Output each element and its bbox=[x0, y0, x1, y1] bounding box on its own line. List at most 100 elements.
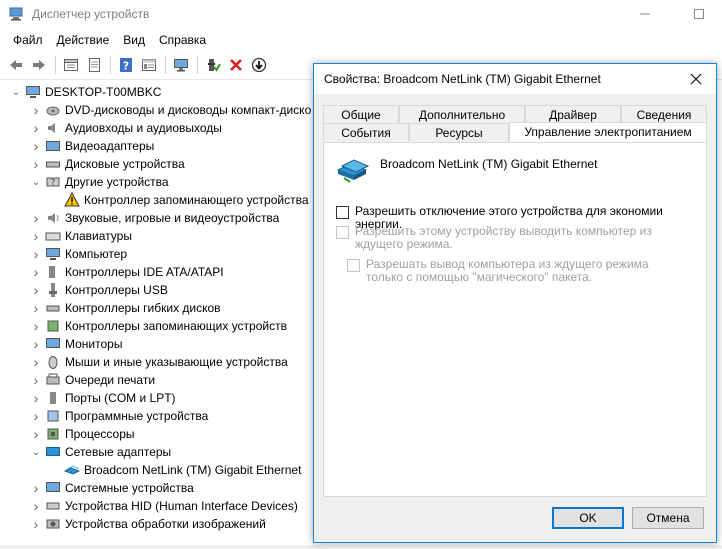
svg-text:?: ? bbox=[123, 59, 129, 72]
chevron-down-icon[interactable]: ⌄ bbox=[30, 173, 42, 191]
tree-category-item[interactable]: › Контроллеры USB bbox=[30, 281, 168, 299]
device-category-icon bbox=[45, 408, 61, 424]
tree-item-label: Видеоадаптеры bbox=[65, 139, 155, 153]
chevron-right-icon[interactable]: › bbox=[30, 209, 42, 227]
chevron-right-icon[interactable]: › bbox=[30, 227, 42, 245]
forward-button[interactable] bbox=[28, 54, 50, 76]
chevron-down-icon[interactable]: ⌄ bbox=[10, 83, 22, 101]
tab-driver[interactable]: Драйвер bbox=[525, 105, 621, 123]
minimize-button[interactable] bbox=[622, 0, 668, 28]
toolbar-separator bbox=[165, 55, 166, 74]
chevron-right-icon[interactable]: › bbox=[30, 335, 42, 353]
chevron-right-icon[interactable]: › bbox=[30, 281, 42, 299]
tree-category-item[interactable]: › Порты (COM и LPT) bbox=[30, 389, 176, 407]
option-magic-packet[interactable]: Разрешать вывод компьютера из ждущего ре… bbox=[347, 258, 677, 284]
chevron-right-icon[interactable]: › bbox=[30, 479, 42, 497]
title-bar[interactable]: Диспетчер устройств bbox=[0, 0, 722, 28]
tree-category-item[interactable]: › Контроллеры запоминающих устройств bbox=[30, 317, 287, 335]
chevron-right-icon[interactable]: › bbox=[30, 299, 42, 317]
tab-power-management[interactable]: Управление электропитанием bbox=[509, 122, 707, 142]
toolbar-separator bbox=[197, 55, 198, 74]
tree-category-item[interactable]: › Очереди печати bbox=[30, 371, 155, 389]
properties-button[interactable] bbox=[60, 54, 82, 76]
menu-action[interactable]: Действие bbox=[50, 30, 117, 50]
tree-category-item[interactable]: › Контроллеры IDE ATA/ATAPI bbox=[30, 263, 224, 281]
chevron-right-icon[interactable]: › bbox=[30, 137, 42, 155]
tab-details[interactable]: Сведения bbox=[621, 105, 707, 123]
tree-item-label: Клавиатуры bbox=[65, 229, 132, 243]
magic-packet-checkbox[interactable] bbox=[347, 259, 360, 272]
chevron-right-icon[interactable]: › bbox=[30, 119, 42, 137]
maximize-icon bbox=[694, 9, 704, 19]
chevron-right-icon[interactable]: › bbox=[30, 101, 42, 119]
scan-hardware-button[interactable] bbox=[170, 54, 192, 76]
dialog-close-button[interactable] bbox=[676, 64, 716, 94]
details-view-button[interactable] bbox=[138, 54, 160, 76]
tree-category-item[interactable]: ⌄? Другие устройства bbox=[30, 173, 169, 191]
device-category-icon bbox=[45, 480, 61, 496]
chevron-down-icon[interactable]: ⌄ bbox=[30, 443, 42, 461]
back-button[interactable] bbox=[5, 54, 27, 76]
device-category-icon bbox=[45, 102, 61, 118]
chevron-right-icon[interactable]: › bbox=[30, 263, 42, 281]
tree-item-label: Сетевые адаптеры bbox=[65, 445, 172, 459]
tab-resources[interactable]: Ресурсы bbox=[409, 123, 509, 141]
tree-category-item[interactable]: › DVD-дисководы и дисководы компакт-диско bbox=[30, 101, 312, 119]
tree-category-item[interactable]: › Дисковые устройства bbox=[30, 155, 185, 173]
chevron-right-icon[interactable]: › bbox=[30, 515, 42, 533]
chevron-right-icon[interactable]: › bbox=[30, 155, 42, 173]
option-allow-wake[interactable]: Разрешить этому устройству выводить комп… bbox=[336, 225, 681, 251]
chevron-right-icon[interactable]: › bbox=[30, 497, 42, 515]
tree-category-item[interactable]: › Процессоры bbox=[30, 425, 135, 443]
tab-general[interactable]: Общие bbox=[323, 105, 399, 123]
close-icon bbox=[690, 73, 702, 85]
device-category-icon bbox=[45, 210, 61, 226]
tree-category-item[interactable]: › Аудиовходы и аудиовыходы bbox=[30, 119, 222, 137]
tree-category-item[interactable]: › Устройства обработки изображений bbox=[30, 515, 266, 533]
menu-file[interactable]: Файл bbox=[0, 30, 50, 50]
ok-button[interactable]: OK bbox=[552, 507, 624, 529]
tree-category-item[interactable]: › Контроллеры гибких дисков bbox=[30, 299, 221, 317]
tree-category-item[interactable]: › Мыши и иные указывающие устройства bbox=[30, 353, 288, 371]
chevron-right-icon[interactable]: › bbox=[30, 353, 42, 371]
menu-help[interactable]: Справка bbox=[152, 30, 213, 50]
tree-item-label: Мониторы bbox=[65, 337, 123, 351]
allow-wake-checkbox[interactable] bbox=[336, 226, 349, 239]
tree-category-item[interactable]: › Компьютер bbox=[30, 245, 127, 263]
dialog-title-bar[interactable]: Свойства: Broadcom NetLink (TM) Gigabit … bbox=[314, 64, 716, 94]
tree-item-label: Процессоры bbox=[65, 427, 135, 441]
tree-category-item[interactable]: › Мониторы bbox=[30, 335, 123, 353]
tree-item-label: Очереди печати bbox=[65, 373, 156, 387]
chevron-right-icon[interactable]: › bbox=[30, 245, 42, 263]
help-button[interactable]: ? bbox=[115, 54, 137, 76]
chevron-right-icon[interactable]: › bbox=[30, 371, 42, 389]
update-driver-button[interactable] bbox=[83, 54, 105, 76]
tree-category-item[interactable]: › Устройства HID (Human Interface Devices… bbox=[30, 497, 298, 515]
chevron-right-icon[interactable]: › bbox=[30, 407, 42, 425]
horizontal-scrollbar[interactable] bbox=[0, 545, 722, 549]
tree-category-item[interactable]: › Видеоадаптеры bbox=[30, 137, 155, 155]
chevron-right-icon[interactable]: › bbox=[30, 389, 42, 407]
tab-advanced[interactable]: Дополнительно bbox=[399, 105, 525, 123]
maximize-button[interactable] bbox=[676, 0, 722, 28]
tree-category-item[interactable]: › Системные устройства bbox=[30, 479, 194, 497]
tree-child-item[interactable]: Контроллер запоминающего устройства bbox=[64, 191, 309, 209]
tree-item-label: Контроллеры USB bbox=[65, 283, 168, 297]
tree-child-item[interactable]: Broadcom NetLink (TM) Gigabit Ethernet bbox=[63, 461, 301, 479]
cancel-button[interactable]: Отмена bbox=[632, 507, 704, 529]
tree-category-item[interactable]: ⌄ Сетевые адаптеры bbox=[30, 443, 171, 461]
menu-view[interactable]: Вид bbox=[116, 30, 152, 50]
uninstall-button[interactable] bbox=[225, 54, 247, 76]
tree-category-item[interactable]: › Звуковые, игровые и видеоустройства bbox=[30, 209, 280, 227]
device-category-icon bbox=[45, 354, 61, 370]
chevron-right-icon[interactable]: › bbox=[30, 317, 42, 335]
tab-events[interactable]: События bbox=[323, 123, 409, 141]
enable-device-button[interactable] bbox=[202, 54, 224, 76]
allow-power-off-checkbox[interactable] bbox=[336, 206, 349, 219]
chevron-right-icon[interactable]: › bbox=[30, 425, 42, 443]
download-button[interactable] bbox=[248, 54, 270, 76]
tree-category-item[interactable]: › Клавиатуры bbox=[30, 227, 132, 245]
tree-item-label: Звуковые, игровые и видеоустройства bbox=[65, 211, 280, 225]
tree-root[interactable]: ⌄ DESKTOP-T00MBKC bbox=[10, 83, 162, 101]
tree-category-item[interactable]: › Программные устройства bbox=[30, 407, 209, 425]
